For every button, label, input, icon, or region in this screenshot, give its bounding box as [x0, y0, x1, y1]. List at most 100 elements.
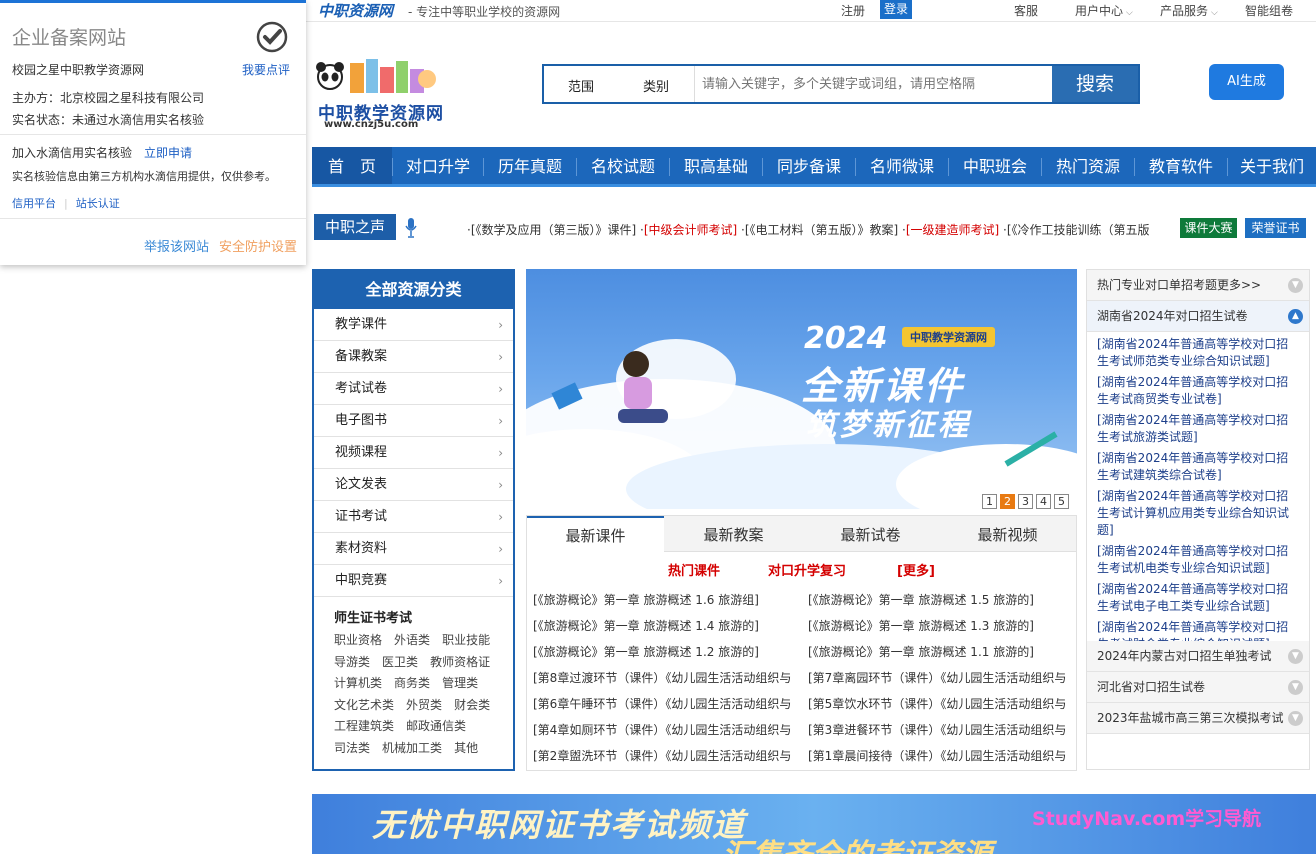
nav-software[interactable]: 教育软件	[1135, 147, 1227, 184]
cert-tag[interactable]: 教师资格证	[430, 655, 490, 669]
category-item-certificates[interactable]: 证书考试 ›	[314, 501, 513, 533]
side-item[interactable]: [湖南省2024年普通高等学校对口招生考试师范类专业综合知识试题]	[1087, 336, 1309, 372]
hero-banner[interactable]: 2024 中职教学资源网 全新课件 筑梦新征程 12345	[526, 269, 1077, 509]
search-input[interactable]	[696, 66, 1054, 102]
resource-link[interactable]: [《旅游概论》第一章 旅游概述 1.5 旅游的]	[808, 591, 1076, 608]
resource-link[interactable]: [第5章饮水环节（课件）《幼儿园生活活动组织与	[808, 695, 1076, 712]
ticker-item[interactable]: ·[《数学及应用（第三版）》课件] ·	[467, 223, 644, 237]
hot-exams-header[interactable]: 热门专业对口单招考题更多>> ▼	[1087, 270, 1309, 301]
category-item-ebooks[interactable]: 电子图书 ›	[314, 405, 513, 437]
resource-link[interactable]: [第8章过渡环节（课件）《幼儿园生活活动组织与	[533, 669, 801, 686]
resource-link[interactable]: [第1章晨间接待（课件）《幼儿园生活活动组织与	[808, 747, 1076, 764]
banner-page-1[interactable]: 1	[982, 494, 997, 509]
nav-past-exams[interactable]: 历年真题	[484, 147, 576, 184]
tab-latest-courseware[interactable]: 最新课件	[527, 516, 664, 553]
apply-link[interactable]: 立即申请	[144, 146, 192, 160]
tab-latest-videos[interactable]: 最新视频	[939, 516, 1076, 552]
resource-link[interactable]: [第2章盥洗环节（课件）《幼儿园生活活动组织与	[533, 747, 801, 764]
owner-cert-link[interactable]: 站长认证	[76, 197, 120, 210]
hot-courseware-link[interactable]: 热门课件	[668, 560, 720, 579]
banner-page-5[interactable]: 5	[1054, 494, 1069, 509]
nav-basics[interactable]: 职高基础	[670, 147, 762, 184]
category-item-courseware[interactable]: 教学课件 ›	[314, 309, 513, 341]
cert-tag[interactable]: 其他	[454, 741, 478, 755]
nav-about[interactable]: 关于我们	[1228, 147, 1316, 184]
credit-platform-link[interactable]: 信用平台	[12, 197, 56, 210]
category-item-papers[interactable]: 论文发表 ›	[314, 469, 513, 501]
side-item[interactable]: [湖南省2024年普通高等学校对口招生考试建筑类综合试卷]	[1087, 450, 1309, 486]
login-button[interactable]: 登录	[880, 0, 912, 19]
banner-page-3[interactable]: 3	[1018, 494, 1033, 509]
ticker-text[interactable]: ·[《数学及应用（第三版）》课件] ·[中级会计师考试] ·[《电工材料（第五版…	[467, 221, 1179, 238]
hebei-exams-header[interactable]: 河北省对口招生试卷 ▼	[1087, 672, 1309, 703]
category-item-materials[interactable]: 素材资料 ›	[314, 533, 513, 565]
resource-link[interactable]: [第4章如厕环节（课件）《幼儿园生活活动组织与	[533, 721, 801, 738]
category-item-exam-papers[interactable]: 考试试卷 ›	[314, 373, 513, 405]
cert-tag[interactable]: 外语类	[394, 633, 430, 647]
resource-link[interactable]: [《旅游概论》第一章 旅游概述 1.4 旅游的]	[533, 617, 801, 634]
cert-tag[interactable]: 商务类	[394, 676, 430, 690]
ticker-item[interactable]: ·[《冷作工技能训练（第五版	[999, 223, 1150, 237]
cert-tag[interactable]: 工程建筑类	[334, 719, 394, 733]
ai-generate-button[interactable]: AI生成	[1209, 64, 1284, 100]
side-item[interactable]: [湖南省2024年普通高等学校对口招生考试机电类专业综合知识试题]	[1087, 543, 1309, 579]
cert-tag[interactable]: 邮政通信类	[406, 719, 466, 733]
service-link[interactable]: 客服	[1014, 2, 1038, 19]
cert-tag[interactable]: 文化艺术类	[334, 698, 394, 712]
search-scope-select[interactable]: 范围	[568, 76, 594, 95]
honor-certificate-badge[interactable]: 荣誉证书	[1245, 218, 1306, 238]
nav-micro-lessons[interactable]: 名师微课	[856, 147, 948, 184]
site-logo[interactable]: 中职教学资源网 www.cnzj5u.com	[312, 55, 447, 133]
ticker-item[interactable]: ·[《电工材料（第五版）》教案] ·	[737, 223, 906, 237]
tab-latest-exams[interactable]: 最新试卷	[802, 516, 939, 552]
cert-tag[interactable]: 机械加工类	[382, 741, 442, 755]
side-item[interactable]: [湖南省2024年普通高等学校对口招生考试旅游类试题]	[1087, 412, 1309, 448]
smart-paper-link[interactable]: 智能组卷	[1245, 2, 1293, 19]
security-settings-link[interactable]: 安全防护设置	[219, 236, 297, 255]
cert-channel-banner[interactable]: 无忧中职网证书考试频道 汇集齐全的考证资源 StudyNav.com学习导航	[312, 794, 1316, 854]
cert-tag[interactable]: 医卫类	[382, 655, 418, 669]
nav-hot-resources[interactable]: 热门资源	[1042, 147, 1134, 184]
cert-tag[interactable]: 职业资格	[334, 633, 382, 647]
resource-link[interactable]: [《旅游概论》第一章 旅游概述 1.2 旅游的]	[533, 643, 801, 660]
category-item-video-courses[interactable]: 视频课程 ›	[314, 437, 513, 469]
banner-page-2[interactable]: 2	[1000, 494, 1015, 509]
cert-tag[interactable]: 职业技能	[442, 633, 490, 647]
resource-link[interactable]: [第6章午睡环节（课件）《幼儿园生活活动组织与	[533, 695, 801, 712]
user-center-menu[interactable]: 用户中心 ⌵	[1075, 2, 1133, 19]
hunan-exams-header[interactable]: 湖南省2024年对口招生试卷 ▲	[1087, 301, 1309, 332]
college-review-link[interactable]: 对口升学复习	[768, 560, 846, 579]
resource-link[interactable]: [《旅游概论》第一章 旅游概述 1.6 旅游组]	[533, 591, 801, 608]
nav-class-meeting[interactable]: 中职班会	[949, 147, 1041, 184]
cert-tag[interactable]: 财会类	[454, 698, 490, 712]
cert-tag[interactable]: 司法类	[334, 741, 370, 755]
nav-home[interactable]: 首 页	[312, 147, 392, 184]
cert-tag[interactable]: 管理类	[442, 676, 478, 690]
register-link[interactable]: 注册	[841, 2, 865, 19]
report-link[interactable]: 举报该网站	[144, 236, 209, 255]
ticker-item-hot[interactable]: [一级建造师考试]	[906, 223, 999, 237]
side-item[interactable]: [湖南省2024年普通高等学校对口招生考试电子电工类专业综合试题]	[1087, 581, 1309, 617]
category-item-lesson-plans[interactable]: 备课教案 ›	[314, 341, 513, 373]
inner-mongolia-exams-header[interactable]: 2024年内蒙古对口招生单独考试 ▼	[1087, 641, 1309, 672]
cert-tag[interactable]: 计算机类	[334, 676, 382, 690]
category-item-competitions[interactable]: 中职竞赛 ›	[314, 565, 513, 597]
search-category-select[interactable]: 类别	[643, 76, 669, 95]
search-button[interactable]: 搜索	[1052, 66, 1138, 102]
nav-college-entrance[interactable]: 对口升学	[393, 147, 483, 184]
yancheng-exams-header[interactable]: 2023年盐城市高三第三次模拟考试 ▼	[1087, 703, 1309, 734]
resource-link[interactable]: [第3章进餐环节（课件）《幼儿园生活活动组织与	[808, 721, 1076, 738]
resource-link[interactable]: [第7章离园环节（课件）《幼儿园生活活动组织与	[808, 669, 1076, 686]
nav-lesson-prep[interactable]: 同步备课	[763, 147, 855, 184]
more-link[interactable]: [更多]	[897, 560, 935, 579]
ticker-item-hot[interactable]: [中级会计师考试]	[644, 223, 737, 237]
cert-tag[interactable]: 外贸类	[406, 698, 442, 712]
banner-page-4[interactable]: 4	[1036, 494, 1051, 509]
side-item[interactable]: [湖南省2024年普通高等学校对口招生考试商贸类专业试卷]	[1087, 374, 1309, 410]
courseware-contest-badge[interactable]: 课件大赛	[1180, 218, 1237, 238]
review-link[interactable]: 我要点评	[242, 61, 290, 78]
brand-logo-text[interactable]: 中职资源网	[318, 0, 393, 21]
products-menu[interactable]: 产品服务 ⌵	[1160, 2, 1218, 19]
resource-link[interactable]: [《旅游概论》第一章 旅游概述 1.3 旅游的]	[808, 617, 1076, 634]
tab-latest-lesson-plans[interactable]: 最新教案	[665, 516, 802, 552]
